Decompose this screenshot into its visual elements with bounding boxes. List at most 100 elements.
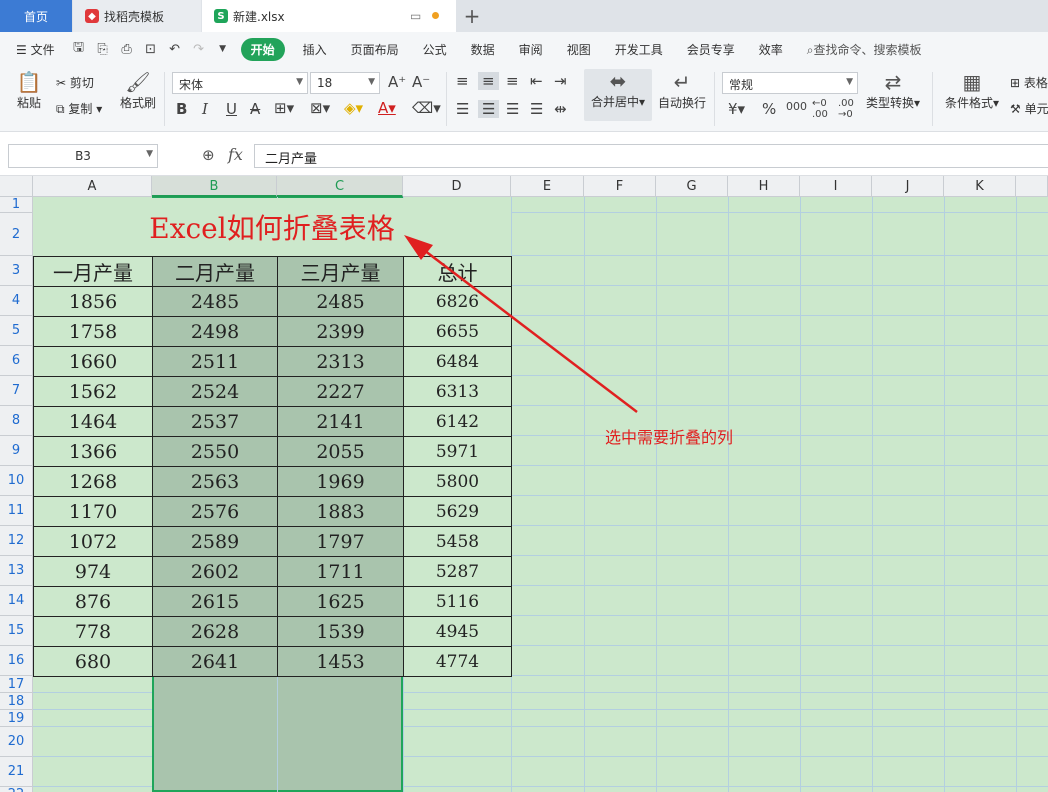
ribbon-divider (714, 72, 715, 126)
currency-icon[interactable]: ¥▾ (728, 100, 745, 118)
number-format-select[interactable]: 常规 ▼ (722, 72, 858, 94)
menu-view[interactable]: 视图 (555, 41, 603, 58)
command-search[interactable]: ⌕查找命令、搜索模板 (795, 41, 934, 58)
wrap-text-icon: ↵ (673, 70, 691, 94)
chevron-down-icon: ▼ (846, 77, 853, 87)
convert-icon: ⇄ (884, 70, 902, 94)
wrap-text-button[interactable]: ↵ 自动换行 (656, 70, 708, 111)
spreadsheet-icon: S (214, 9, 228, 23)
menu-member[interactable]: 会员专享 (675, 41, 747, 58)
menu-file[interactable]: ☰ 文件 (0, 41, 67, 58)
chevron-down-icon: ▼ (146, 149, 153, 159)
menu-home[interactable]: 开始 (240, 37, 285, 61)
menu-developer[interactable]: 开发工具 (603, 41, 675, 58)
thousands-icon[interactable]: 000 (786, 100, 807, 113)
align-center-icon[interactable]: ☰ (478, 100, 500, 118)
search-placeholder: 查找命令、搜索模板 (813, 42, 922, 57)
strikethrough-icon[interactable]: A (250, 100, 260, 118)
cut-label: 剪切 (69, 76, 94, 90)
function-icon[interactable]: fx (228, 145, 243, 164)
print-preview-icon[interactable]: ⊡ (139, 37, 163, 61)
font-name-value: 宋体 (179, 78, 204, 92)
save-icon[interactable]: 🖫 (67, 37, 91, 61)
align-middle-icon[interactable]: ≡ (478, 72, 499, 90)
monitor-icon[interactable]: ▭ (410, 9, 421, 23)
merge-center-label: 合并居中 (590, 95, 639, 109)
align-left-icon[interactable]: ☰ (456, 100, 469, 118)
menu-review[interactable]: 审阅 (507, 41, 555, 58)
tab-home-label: 首页 (23, 9, 48, 24)
formula-bar: B3 ▼ ⊕ fx 二月产量 (0, 132, 1048, 176)
conditional-format-label: 条件格式 (944, 96, 993, 110)
decimal-increase-icon[interactable]: ←0.00 (812, 98, 828, 120)
annotation-arrow (404, 235, 638, 413)
fill-color-icon[interactable]: ◈▾ (344, 99, 363, 117)
name-box[interactable]: B3 ▼ (8, 144, 158, 168)
menu-insert[interactable]: 插入 (291, 41, 339, 58)
font-name-select[interactable]: 宋体 ▼ (172, 72, 308, 94)
italic-icon[interactable]: I (202, 100, 208, 118)
formula-input[interactable]: 二月产量 (254, 144, 1048, 168)
export-icon[interactable]: ⎘ (91, 37, 115, 61)
table-style-label: 表格 (1023, 76, 1048, 90)
percent-icon[interactable]: % (762, 100, 776, 118)
increase-font-icon[interactable]: A⁺ (388, 73, 406, 91)
tab-template-label: 找稻壳模板 (104, 9, 165, 24)
distribute-icon[interactable]: ⇹ (554, 100, 567, 118)
justify-icon[interactable]: ☰ (530, 100, 543, 118)
spreadsheet-grid[interactable]: A B C D E F G H I J K 1 2 3 4 5 6 7 8 9 … (0, 176, 1048, 792)
quick-access-dropdown-icon[interactable]: ▼ (211, 37, 235, 61)
tab-template[interactable]: ◆ 找稻壳模板 (73, 0, 201, 32)
fill-pattern-icon[interactable]: ⊠▾ (310, 99, 330, 117)
merge-center-button[interactable]: ⬌ 合并居中▾ (584, 69, 652, 121)
format-painter-label: 格式刷 (119, 96, 156, 110)
ribbon: 📋 粘贴 ✂ 剪切 ⧉ 复制 ▾ 🖌 格式刷 宋体 ▼ 18 ▼ A⁺ A⁻ B I… (0, 66, 1048, 132)
undo-icon[interactable]: ↶ (163, 37, 187, 61)
align-right-icon[interactable]: ☰ (506, 100, 519, 118)
font-size-select[interactable]: 18 ▼ (310, 72, 380, 94)
menu-efficiency[interactable]: 效率 (747, 41, 795, 58)
decimal-decrease-icon[interactable]: .00 →0 (838, 98, 854, 120)
border-icon[interactable]: ⊞▾ (274, 99, 294, 117)
cut-button[interactable]: ✂ 剪切 (56, 74, 94, 91)
align-top-icon[interactable]: ≡ (456, 72, 469, 90)
type-convert-button[interactable]: ⇄ 类型转换▾ (862, 70, 924, 111)
paste-label: 粘贴 (16, 96, 41, 110)
ribbon-divider (164, 72, 165, 126)
cell-button[interactable]: ⚒ 单元 (1010, 100, 1048, 117)
format-painter-button[interactable]: 🖌 格式刷 (118, 70, 158, 111)
align-bottom-icon[interactable]: ≡ (506, 72, 519, 90)
tab-file[interactable]: S 新建.xlsx ▭ (202, 0, 456, 32)
docer-icon: ◆ (85, 9, 99, 23)
wrap-text-label: 自动换行 (657, 96, 706, 110)
cell-label: 单元 (1024, 102, 1048, 116)
number-format-value: 常规 (729, 78, 754, 92)
underline-icon[interactable]: U (226, 100, 237, 118)
arrow-head (404, 235, 433, 260)
clipboard-icon: 📋 (16, 70, 42, 94)
menu-data[interactable]: 数据 (459, 41, 507, 58)
name-box-value: B3 (75, 149, 91, 163)
paste-button[interactable]: 📋 粘贴 (10, 70, 48, 111)
copy-button[interactable]: ⧉ 复制 ▾ (56, 100, 102, 117)
copy-icon: ⧉ (56, 102, 65, 116)
print-icon[interactable]: ⎙ (115, 37, 139, 61)
menu-page-layout[interactable]: 页面布局 (339, 41, 411, 58)
redo-icon[interactable]: ↷ (187, 37, 211, 61)
zoom-icon[interactable]: ⊕ (202, 146, 215, 164)
indent-decrease-icon[interactable]: ⇤ (530, 72, 543, 90)
conditional-format-button[interactable]: ▦ 条件格式▾ (942, 70, 1002, 111)
font-color-icon[interactable]: A▾ (378, 99, 396, 117)
conditional-format-icon: ▦ (962, 70, 982, 94)
new-tab-button[interactable]: + (458, 0, 486, 32)
table-style-button[interactable]: ⊞ 表格 (1010, 74, 1048, 91)
unsaved-dot-icon (432, 12, 439, 19)
menu-bar: ☰ 文件 🖫 ⎘ ⎙ ⊡ ↶ ↷ ▼ 开始 插入 页面布局 公式 数据 审阅 视… (0, 32, 1048, 66)
tab-home[interactable]: 首页 (0, 0, 72, 32)
indent-increase-icon[interactable]: ⇥ (554, 72, 567, 90)
clear-format-icon[interactable]: ⌫▾ (412, 99, 441, 117)
merge-cells-icon: ⬌ (609, 69, 627, 93)
decrease-font-icon[interactable]: A⁻ (412, 73, 430, 91)
bold-icon[interactable]: B (176, 100, 187, 118)
menu-formulas[interactable]: 公式 (411, 41, 459, 58)
